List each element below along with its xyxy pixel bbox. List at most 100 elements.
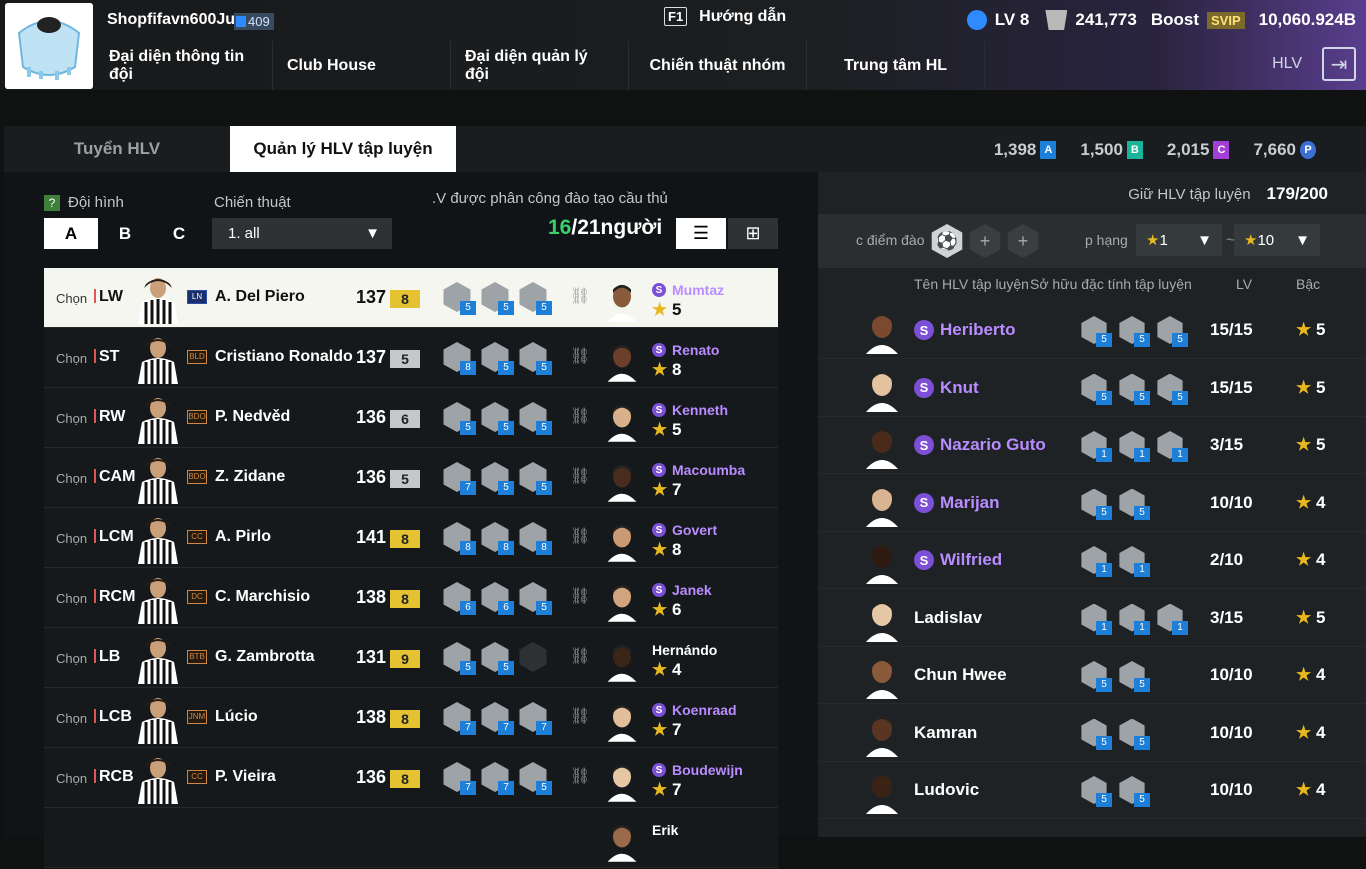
coach-row[interactable]: Ludovic 5 5 10/10 ★ 4: [818, 762, 1366, 819]
coach-row[interactable]: S Marijan 5 5 10/10 ★ 4: [818, 475, 1366, 532]
training-trait-icon[interactable]: 5: [518, 462, 552, 495]
training-trait-icon[interactable]: 6: [442, 582, 476, 615]
training-trait-icon[interactable]: 7: [442, 702, 476, 735]
select-label[interactable]: Chọn: [56, 411, 87, 426]
add-trait-icon[interactable]: +: [969, 224, 1001, 258]
training-trait-icon[interactable]: 8: [442, 342, 476, 375]
guide-button[interactable]: F1 Hướng dẫn: [664, 7, 786, 26]
training-trait-icon[interactable]: 5: [1080, 488, 1112, 520]
help-icon[interactable]: ?: [44, 195, 60, 211]
exit-icon[interactable]: ⇥: [1322, 47, 1356, 81]
list-view-icon[interactable]: ☰: [676, 218, 726, 249]
training-trait-icon[interactable]: 5: [1080, 776, 1112, 807]
player-row[interactable]: Chọn LCM CC A. Pirlo 141 8 8 8 8 ⛓ S Govert ★ 8: [44, 508, 778, 568]
add-trait-icon-2[interactable]: +: [1007, 224, 1039, 258]
nav-group-tactics[interactable]: Chiến thuật nhóm: [629, 41, 807, 90]
tactic-dropdown[interactable]: 1. all ▼: [212, 218, 392, 249]
select-label[interactable]: Chọn: [56, 471, 87, 486]
training-trait-icon[interactable]: 5: [518, 282, 552, 315]
nav-coach-center[interactable]: Trung tâm HL: [807, 41, 985, 90]
player-row[interactable]: Chọn RCM DC C. Marchisio 138 8 6 6 5 ⛓ S Janek ★ 6: [44, 568, 778, 628]
training-trait-icon[interactable]: 7: [480, 762, 514, 795]
training-trait-icon[interactable]: 5: [480, 282, 514, 315]
select-label[interactable]: Chọn: [56, 651, 87, 666]
training-trait-icon[interactable]: 7: [518, 702, 552, 735]
training-trait-icon[interactable]: 8: [480, 522, 514, 555]
training-trait-icon[interactable]: 5: [518, 762, 552, 795]
trait-filter-icon[interactable]: ⚽: [931, 224, 963, 258]
select-label[interactable]: Chọn: [56, 351, 87, 366]
training-trait-icon[interactable]: 5: [1080, 661, 1112, 692]
training-trait-icon[interactable]: 8: [442, 522, 476, 555]
coach-row[interactable]: Ladislav 1 1 1 3/15 ★ 5: [818, 590, 1366, 647]
select-label[interactable]: Chọn: [56, 771, 87, 786]
pitch-view-icon[interactable]: ⊞: [728, 218, 778, 249]
training-trait-icon[interactable]: 5: [480, 342, 514, 375]
training-trait-icon[interactable]: 5: [518, 582, 552, 615]
training-trait-icon[interactable]: 5: [1156, 316, 1188, 347]
club-logo[interactable]: [5, 3, 93, 89]
training-trait-icon[interactable]: 5: [442, 402, 476, 435]
training-trait-icon[interactable]: 5: [1080, 316, 1112, 347]
training-trait-icon[interactable]: 5: [1118, 661, 1150, 692]
player-row[interactable]: Chọn RCB CC P. Vieira 136 8 7 7 5 ⛓ S Boudewijn ★ 7: [44, 748, 778, 808]
rank-to-dropdown[interactable]: ★10 ▼: [1234, 224, 1320, 256]
training-trait-icon[interactable]: 5: [1118, 488, 1150, 520]
select-label[interactable]: Chọn: [56, 711, 87, 726]
training-trait-icon[interactable]: 5: [1118, 373, 1150, 405]
training-trait-icon[interactable]: 7: [442, 762, 476, 795]
training-trait-icon[interactable]: 5: [1156, 373, 1188, 405]
training-trait-icon[interactable]: 5: [442, 642, 476, 675]
star-icon: ★: [652, 600, 668, 619]
training-trait-icon[interactable]: 5: [518, 342, 552, 375]
training-trait-icon[interactable]: 5: [1118, 316, 1150, 347]
player-row[interactable]: Chọn CAM BDO Z. Zidane 136 5 7 5 5 ⛓ S Macoumba ★ 7: [44, 448, 778, 508]
training-trait-icon[interactable]: 7: [442, 462, 476, 495]
training-trait-icon[interactable]: 8: [518, 522, 552, 555]
squad-c-button[interactable]: C: [152, 218, 206, 249]
training-trait-icon[interactable]: 1: [1080, 546, 1112, 577]
coach-row[interactable]: S Heriberto 5 5 5 15/15 ★ 5: [818, 302, 1366, 359]
training-trait-icon[interactable]: 7: [480, 702, 514, 735]
training-trait-icon[interactable]: 5: [1118, 718, 1150, 750]
player-row[interactable]: Erik: [44, 808, 778, 868]
nav-club-house[interactable]: Club House: [273, 41, 451, 90]
training-trait-icon[interactable]: 1: [1156, 603, 1188, 635]
player-row[interactable]: Chọn LW LN A. Del Piero 137 8 5 5 5 ⛓ S Mumtaz ★ 5: [44, 268, 778, 328]
coach-row[interactable]: S Nazario Guto 1 1 1 3/15 ★ 5: [818, 417, 1366, 474]
tab-recruit-coach[interactable]: Tuyển HLV: [4, 126, 230, 172]
select-label[interactable]: Chọn: [56, 531, 87, 546]
select-label[interactable]: Chọn: [56, 591, 87, 606]
nav-team-manager[interactable]: Đại diện quản lý đội: [451, 41, 629, 90]
tab-manage-coach[interactable]: Quản lý HLV tập luyện: [230, 126, 456, 172]
coach-row[interactable]: S Wilfried 1 1 2/10 ★ 4: [818, 532, 1366, 589]
training-trait-icon[interactable]: 1: [1118, 546, 1150, 577]
training-trait-icon[interactable]: 5: [480, 462, 514, 495]
coach-row[interactable]: Chun Hwee 5 5 10/10 ★ 4: [818, 647, 1366, 704]
squad-b-button[interactable]: B: [98, 218, 152, 249]
player-row[interactable]: Chọn RW BDO P. Nedvěd 136 6 5 5 5 ⛓ S Kenneth ★ 5: [44, 388, 778, 448]
training-trait-icon[interactable]: 1: [1080, 603, 1112, 635]
training-trait-icon[interactable]: 5: [442, 282, 476, 315]
coach-row[interactable]: S Knut 5 5 5 15/15 ★ 5: [818, 360, 1366, 417]
training-trait-icon[interactable]: 1: [1080, 431, 1112, 462]
nav-team-info[interactable]: Đại diện thông tin đội: [95, 41, 273, 90]
training-trait-icon[interactable]: 1: [1118, 603, 1150, 635]
player-row[interactable]: Chọn LB BTB G. Zambrotta 131 9 5 5 ⛓ Hernándo ★ 4: [44, 628, 778, 688]
training-trait-icon[interactable]: 5: [1080, 373, 1112, 405]
training-trait-icon[interactable]: 6: [480, 582, 514, 615]
training-trait-icon[interactable]: 5: [518, 402, 552, 435]
player-row[interactable]: Chọn LCB JNM Lúcio 138 8 7 7 7 ⛓ S Koenraad ★ 7: [44, 688, 778, 748]
rank-from-dropdown[interactable]: ★1 ▼: [1136, 224, 1222, 256]
empty-trait-slot[interactable]: [518, 642, 548, 672]
training-trait-icon[interactable]: 1: [1118, 431, 1150, 462]
squad-a-button[interactable]: A: [44, 218, 98, 249]
training-trait-icon[interactable]: 1: [1156, 431, 1188, 462]
coach-row[interactable]: Kamran 5 5 10/10 ★ 4: [818, 705, 1366, 762]
training-trait-icon[interactable]: 5: [480, 642, 514, 675]
training-trait-icon[interactable]: 5: [1118, 776, 1150, 807]
training-trait-icon[interactable]: 5: [480, 402, 514, 435]
player-row[interactable]: Chọn ST BLD Cristiano Ronaldo 137 5 8 5 5 ⛓ S Renat…: [44, 328, 778, 388]
training-trait-icon[interactable]: 5: [1080, 718, 1112, 750]
select-label[interactable]: Chọn: [56, 291, 87, 306]
